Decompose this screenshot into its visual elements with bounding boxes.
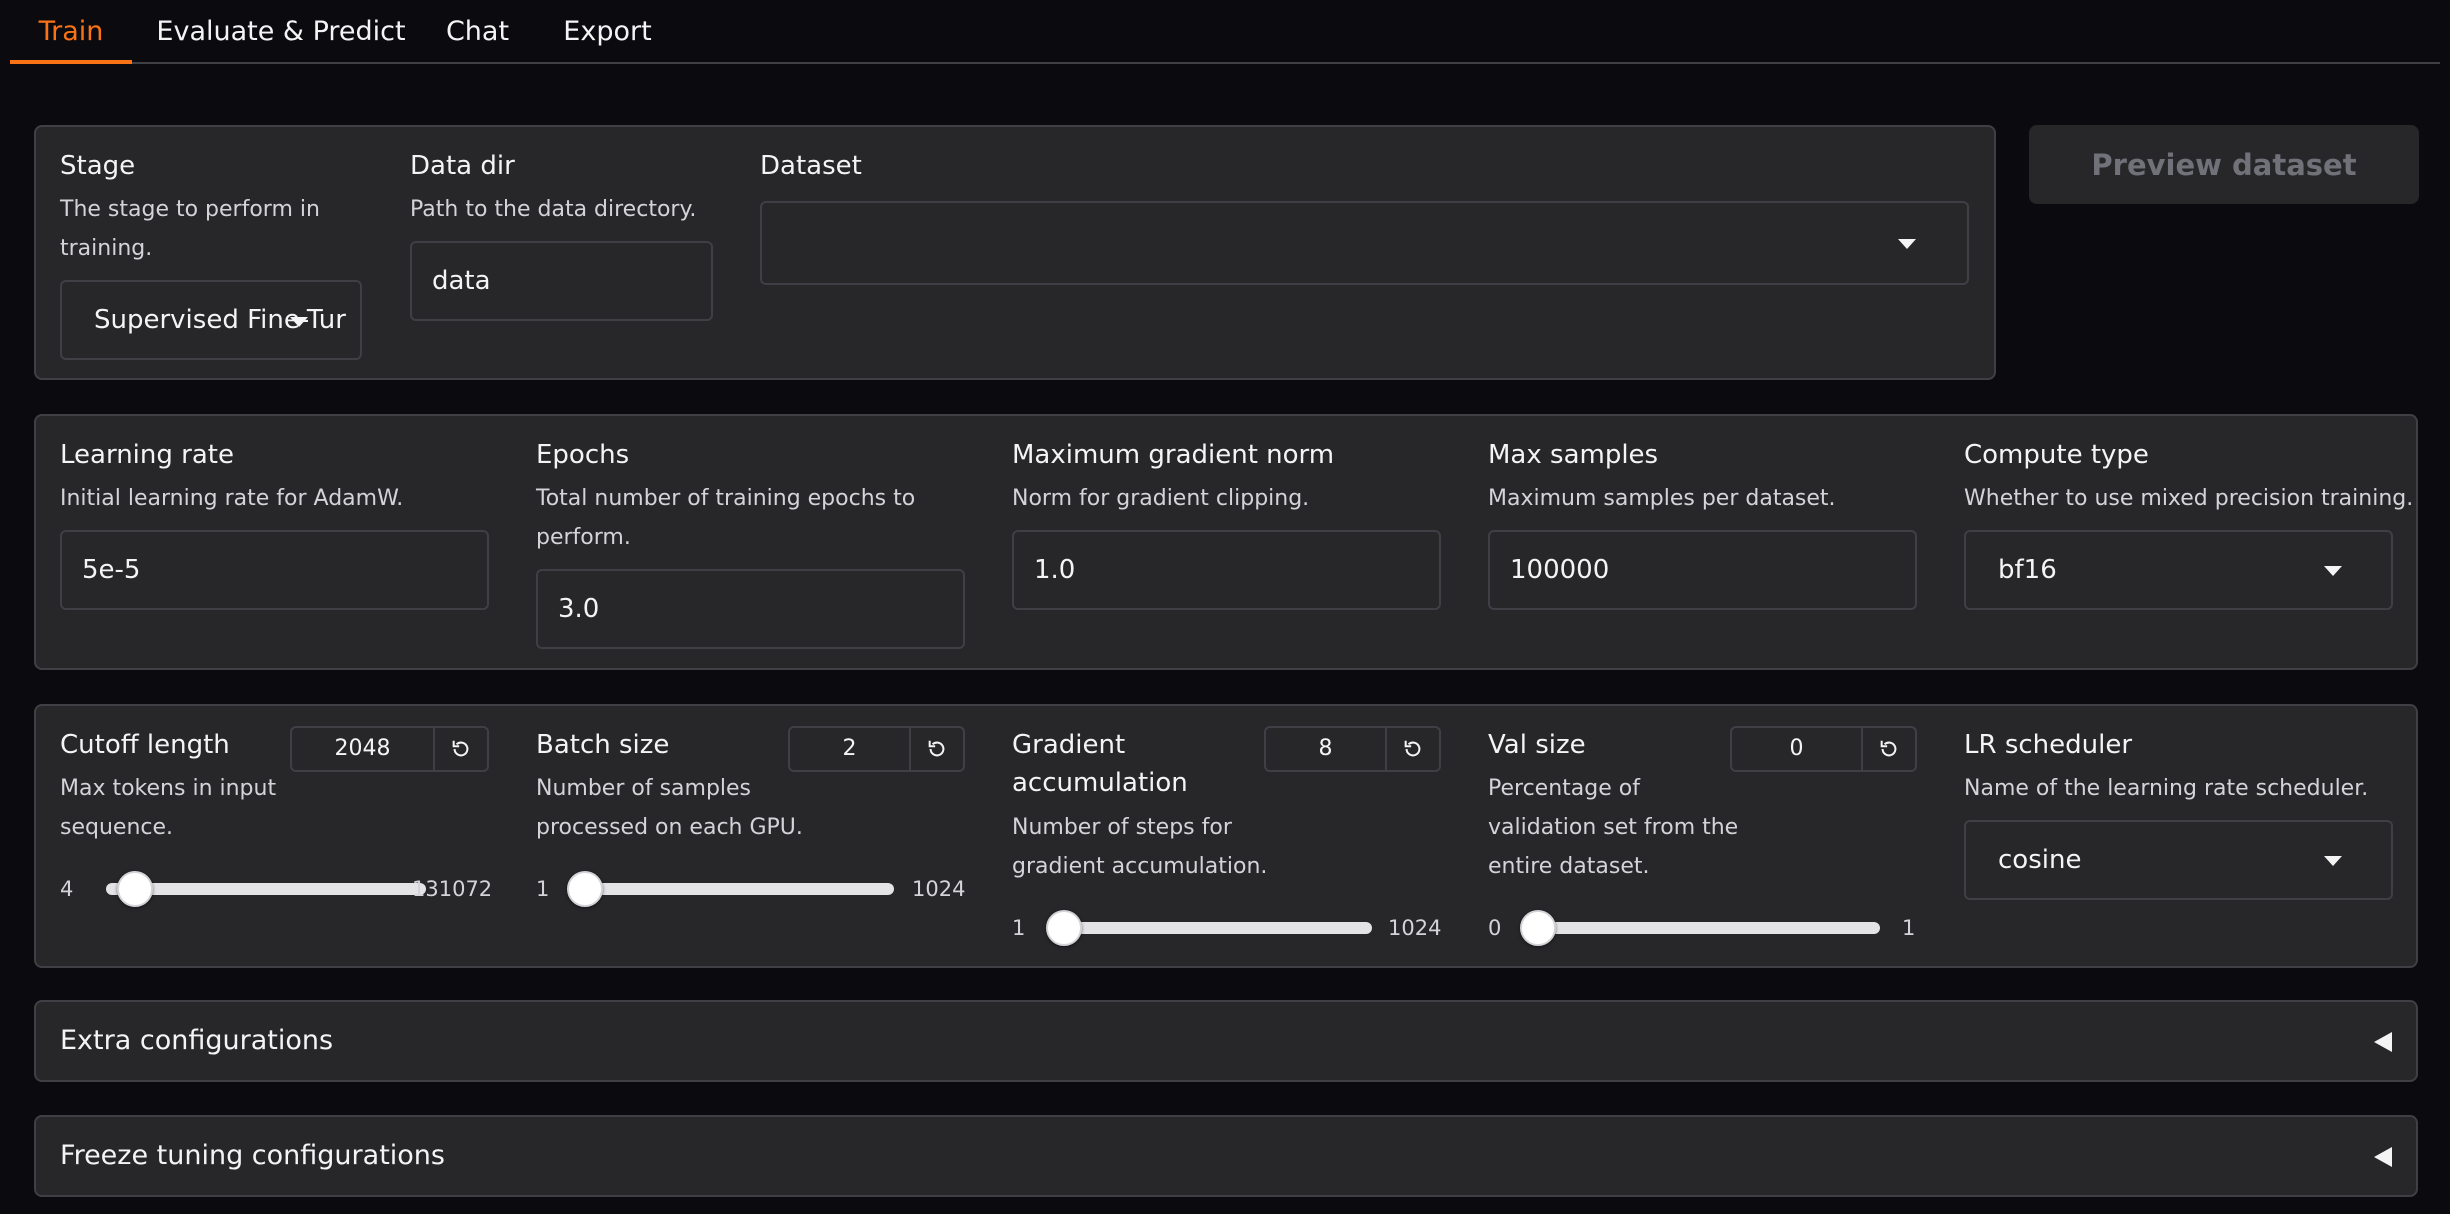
batch-size-info-line2: processed on each GPU.	[536, 815, 803, 840]
max-grad-norm-input[interactable]: 1.0	[1012, 530, 1441, 610]
grad-accum-min: 1	[1012, 916, 1026, 940]
stage-dropdown[interactable]: Supervised Fine-Tur	[60, 280, 362, 360]
tab-chat[interactable]: Chat	[435, 0, 520, 64]
batch-size-value[interactable]: 2	[790, 728, 911, 770]
max-samples-label: Max samples	[1488, 440, 1659, 470]
data-dir-label: Data dir	[410, 151, 515, 181]
epochs-info-line1: Total number of training epochs to	[536, 486, 916, 511]
cutoff-length-max: 131072	[412, 877, 493, 901]
compute-type-info: Whether to use mixed precision training.	[1964, 486, 2414, 511]
grad-accum-slider-thumb[interactable]	[1046, 910, 1083, 946]
max-samples-input[interactable]: 100000	[1488, 530, 1917, 610]
cutoff-length-number[interactable]: 2048	[290, 726, 489, 772]
learning-rate-label: Learning rate	[60, 440, 234, 470]
chevron-down-icon	[290, 317, 308, 327]
val-size-number[interactable]: 0	[1730, 726, 1917, 772]
val-size-slider[interactable]	[1530, 922, 1880, 934]
learning-rate-value: 5e-5	[82, 555, 141, 585]
batch-size-slider-thumb[interactable]	[567, 871, 604, 907]
max-grad-norm-info: Norm for gradient clipping.	[1012, 486, 1310, 511]
max-grad-norm-label: Maximum gradient norm	[1012, 440, 1335, 470]
freeze-tuning-label: Freeze tuning configurations	[60, 1140, 445, 1171]
learning-rate-info: Initial learning rate for AdamW.	[60, 486, 404, 511]
val-size-info-line1: Percentage of	[1488, 776, 1640, 801]
chevron-down-icon	[2324, 566, 2342, 576]
dataset-label: Dataset	[760, 151, 862, 181]
batch-size-max: 1024	[912, 877, 966, 901]
lr-scheduler-label: LR scheduler	[1964, 730, 2133, 760]
stage-label: Stage	[60, 151, 136, 181]
batch-size-number[interactable]: 2	[788, 726, 965, 772]
val-size-value[interactable]: 0	[1732, 728, 1863, 770]
stage-info-line2: training.	[60, 236, 153, 261]
reset-icon[interactable]	[435, 728, 487, 770]
dataset-dropdown[interactable]	[760, 201, 1969, 285]
lr-scheduler-info: Name of the learning rate scheduler.	[1964, 776, 2369, 801]
epochs-value: 3.0	[558, 594, 600, 624]
hyperparameter-panel: Learning rate Initial learning rate for …	[34, 414, 2418, 670]
tab-train[interactable]: Train	[10, 0, 132, 64]
val-size-min: 0	[1488, 916, 1502, 940]
data-dir-value: data	[432, 266, 491, 296]
epochs-input[interactable]: 3.0	[536, 569, 965, 649]
stage-info-line1: The stage to perform in	[60, 197, 320, 222]
batch-size-info-line1: Number of samples	[536, 776, 752, 801]
reset-icon[interactable]	[1387, 728, 1439, 770]
grad-accum-number[interactable]: 8	[1264, 726, 1441, 772]
val-size-slider-thumb[interactable]	[1520, 910, 1556, 946]
tab-evaluate-predict[interactable]: Evaluate & Predict	[155, 0, 407, 64]
stage-value: Supervised Fine-Tur	[94, 305, 346, 335]
max-samples-value: 100000	[1510, 555, 1610, 585]
epochs-label: Epochs	[536, 440, 630, 470]
chevron-down-icon	[1898, 239, 1916, 249]
tab-export[interactable]: Export	[550, 0, 665, 64]
cutoff-length-label: Cutoff length	[60, 730, 230, 760]
learning-rate-input[interactable]: 5e-5	[60, 530, 489, 610]
extra-configurations-accordion[interactable]: Extra configurations	[34, 1000, 2418, 1082]
cutoff-length-min: 4	[60, 877, 74, 901]
grad-accum-value[interactable]: 8	[1266, 728, 1387, 770]
epochs-info-line2: perform.	[536, 525, 631, 550]
lr-scheduler-value: cosine	[1998, 845, 2082, 875]
tab-bar: Train Evaluate & Predict Chat Export	[10, 0, 2440, 64]
val-size-label: Val size	[1488, 730, 1586, 760]
compute-type-label: Compute type	[1964, 440, 2149, 470]
reset-icon[interactable]	[1863, 728, 1915, 770]
triangle-left-icon[interactable]	[2374, 1032, 2392, 1052]
batch-size-min: 1	[536, 877, 550, 901]
grad-accum-label-line1: Gradient	[1012, 730, 1126, 760]
compute-type-value: bf16	[1998, 555, 2057, 585]
grad-accum-info-line1: Number of steps for	[1012, 815, 1232, 840]
grad-accum-label-line2: accumulation	[1012, 768, 1188, 798]
batch-size-slider[interactable]	[576, 883, 894, 895]
data-dir-input[interactable]: data	[410, 241, 713, 321]
grad-accum-slider[interactable]	[1054, 922, 1372, 934]
cutoff-length-value[interactable]: 2048	[292, 728, 435, 770]
max-grad-norm-value: 1.0	[1034, 555, 1076, 585]
slider-panel: Cutoff length 2048 Max tokens in input s…	[34, 704, 2418, 968]
data-panel: Stage The stage to perform in training. …	[34, 125, 1996, 380]
val-size-info-line3: entire dataset.	[1488, 854, 1650, 879]
cutoff-length-slider[interactable]	[106, 883, 426, 895]
chevron-down-icon	[2324, 856, 2342, 866]
cutoff-length-info-line2: sequence.	[60, 815, 174, 840]
extra-configurations-label: Extra configurations	[60, 1025, 334, 1056]
compute-type-dropdown[interactable]: bf16	[1964, 530, 2393, 610]
grad-accum-info-line2: gradient accumulation.	[1012, 854, 1268, 879]
batch-size-label: Batch size	[536, 730, 670, 760]
reset-icon[interactable]	[911, 728, 963, 770]
max-samples-info: Maximum samples per dataset.	[1488, 486, 1836, 511]
data-dir-info: Path to the data directory.	[410, 197, 697, 222]
val-size-max: 1	[1902, 916, 1916, 940]
preview-dataset-button[interactable]: Preview dataset	[2029, 125, 2419, 204]
triangle-left-icon[interactable]	[2374, 1147, 2392, 1167]
freeze-tuning-accordion[interactable]: Freeze tuning configurations	[34, 1115, 2418, 1197]
grad-accum-max: 1024	[1388, 916, 1442, 940]
cutoff-length-slider-thumb[interactable]	[116, 871, 153, 907]
cutoff-length-info-line1: Max tokens in input	[60, 776, 277, 801]
val-size-info-line2: validation set from the	[1488, 815, 1739, 840]
lr-scheduler-dropdown[interactable]: cosine	[1964, 820, 2393, 900]
